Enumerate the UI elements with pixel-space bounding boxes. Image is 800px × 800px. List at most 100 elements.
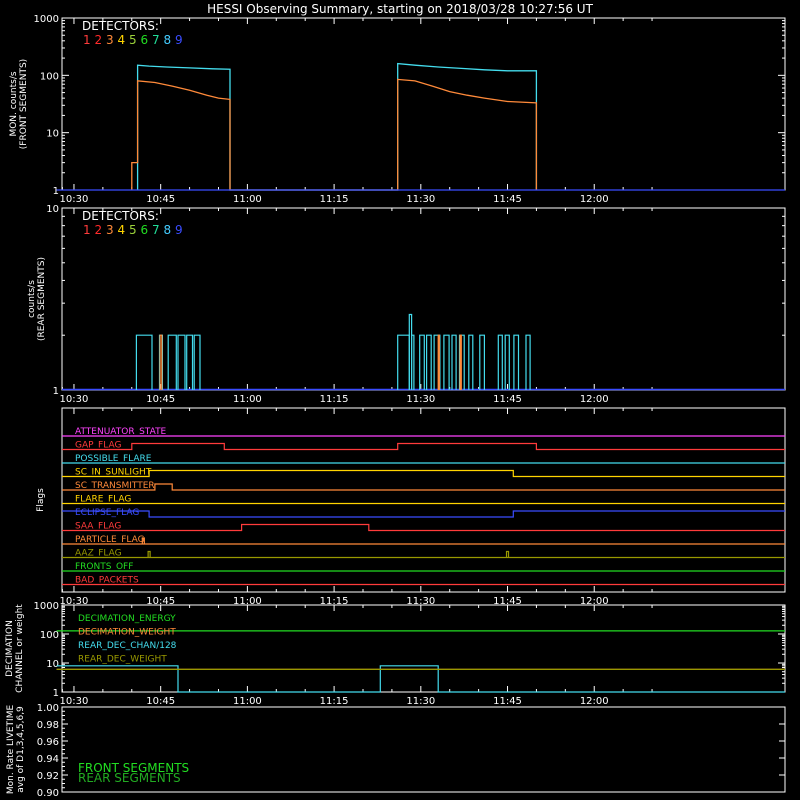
decimation-panel-ylabel: CHANNEL or weight bbox=[15, 604, 25, 693]
decimation-panel-ytick-label: 10 bbox=[46, 659, 59, 670]
flag-line bbox=[62, 442, 785, 451]
livetime-ytick-label: 0.98 bbox=[37, 720, 59, 731]
front-panel-legend-entry: 2 bbox=[95, 33, 103, 47]
front-panel-xtick-label: 11:30 bbox=[406, 194, 435, 205]
front-panel-legend-entry: 4 bbox=[118, 33, 126, 47]
flag-spike bbox=[147, 550, 151, 558]
rear-panel-xtick-label: 11:15 bbox=[320, 394, 349, 405]
rear-panel-ylabel: (REAR SEGMENTS) bbox=[37, 257, 47, 341]
flag-label: ECLIPSE_FLAG bbox=[75, 508, 139, 518]
front-panel-legend-entry: 5 bbox=[129, 33, 137, 47]
rear-panel-xtick-label: 10:45 bbox=[146, 394, 175, 405]
decimation-panel-xtick-label: 11:30 bbox=[406, 696, 435, 707]
plot-root: 10:30 10:45 11:00 11:15 11:30 11:45 12:0011010… bbox=[5, 14, 786, 799]
rear-panel-xtick-label: 11:00 bbox=[233, 394, 262, 405]
front-panel-ylabel: (FRONT SEGMENTS) bbox=[19, 59, 29, 149]
rear-burst bbox=[443, 334, 450, 390]
rear-panel-legend-entry: 6 bbox=[141, 223, 149, 237]
rear-burst bbox=[504, 334, 510, 390]
front-panel-legend-entry: 1 bbox=[83, 33, 91, 47]
decimation-panel-xtick-label: 11:15 bbox=[320, 696, 349, 707]
front-panel-ytick-label: 1000 bbox=[34, 14, 59, 25]
front-panel-xtick-label: 11:45 bbox=[493, 194, 522, 205]
front-panel-legend-entry: 3 bbox=[106, 33, 114, 47]
decimation-legend-entry: REAR_DEC_CHAN/128 bbox=[78, 641, 177, 651]
rear-panel-legend-entry: 2 bbox=[95, 223, 103, 237]
flag-line bbox=[62, 469, 785, 478]
livetime-panel-ylabel: Mon. Rate LIVETIME bbox=[6, 705, 16, 795]
rear-burst bbox=[459, 334, 462, 390]
flag-line bbox=[62, 510, 785, 518]
rear-burst bbox=[193, 334, 201, 390]
front-panel-xtick-label: 10:45 bbox=[146, 194, 175, 205]
decimation-legend-entry: REAR_DEC_WEIGHT bbox=[78, 655, 167, 665]
chart-title: HESSI Observing Summary, starting on 201… bbox=[207, 2, 593, 16]
front-panel-legend-entry: 9 bbox=[175, 33, 183, 47]
rear-panel-xtick-label: 11:45 bbox=[493, 394, 522, 405]
rear-burst bbox=[468, 334, 474, 390]
decimation-panel-xtick-label: 12:00 bbox=[580, 696, 609, 707]
rear-burst bbox=[419, 334, 425, 390]
decimation-panel-ylabel: DECIMATION bbox=[5, 620, 15, 677]
livetime-ytick-label: 0.92 bbox=[37, 771, 59, 782]
decimation-panel-xtick-label: 10:45 bbox=[146, 696, 175, 707]
rear-panel-legend-entry: 9 bbox=[175, 223, 183, 237]
flag-line bbox=[62, 483, 785, 491]
decimation-legend-entry: DECIMATION_ENERGY bbox=[78, 614, 176, 624]
rear-burst bbox=[186, 334, 194, 390]
decimation-panel-xtick-label: 11:45 bbox=[493, 696, 522, 707]
rear-panel-legend-entry: 8 bbox=[164, 223, 172, 237]
rear-panel-legend-entry: 3 bbox=[106, 223, 114, 237]
livetime-ytick-label: 0.96 bbox=[37, 737, 59, 748]
flags-panel-ylabel: Flags bbox=[36, 488, 46, 512]
decimation-panel-ytick-label: 1000 bbox=[34, 601, 59, 612]
rear-panel-xtick-label: 12:00 bbox=[580, 394, 609, 405]
front-panel-legend-entry: 8 bbox=[164, 33, 172, 47]
rear-panel-ylabel: counts/s bbox=[27, 280, 37, 318]
rear-burst bbox=[135, 334, 153, 390]
livetime-legend-entry: REAR SEGMENTS bbox=[78, 771, 181, 785]
decimation-legend-entry: DECIMATION_WEIGHT bbox=[78, 628, 176, 638]
rear-panel-xtick-label: 10:30 bbox=[60, 394, 89, 405]
rear-burst bbox=[451, 334, 457, 390]
front-panel-ytick-label: 100 bbox=[40, 71, 59, 82]
front-series-line bbox=[131, 78, 538, 191]
rear-burst bbox=[177, 334, 186, 390]
livetime-ytick-label: 0.90 bbox=[37, 788, 59, 799]
front-panel-legend-entry: 6 bbox=[141, 33, 149, 47]
rear-burst bbox=[411, 334, 415, 390]
decimation-panel-ytick-label: 1 bbox=[53, 688, 59, 699]
decimation-panel-ytick-label: 100 bbox=[40, 630, 59, 641]
livetime-ytick-label: 0.94 bbox=[37, 754, 59, 765]
front-panel-xtick-label: 12:00 bbox=[580, 194, 609, 205]
rear-panel-xtick-label: 11:30 bbox=[406, 394, 435, 405]
front-panel-xtick-label: 11:00 bbox=[233, 194, 262, 205]
front-series-line bbox=[136, 62, 538, 191]
rear-burst bbox=[426, 334, 432, 390]
front-panel-ytick-label: 10 bbox=[46, 129, 59, 140]
rear-burst bbox=[525, 334, 531, 390]
rear-panel-legend-entry: 4 bbox=[118, 223, 126, 237]
front-panel-legend-title: DETECTORS: bbox=[82, 19, 159, 33]
flag-line bbox=[62, 523, 785, 532]
rear-burst bbox=[397, 334, 410, 390]
rear-panel-legend-entry: 1 bbox=[83, 223, 91, 237]
front-panel-ylabel: MON. counts/s bbox=[9, 71, 19, 136]
rear-burst bbox=[437, 334, 440, 390]
livetime-panel-ylabel: avg of D1,3,4,5,6,9 bbox=[16, 706, 26, 793]
front-panel-ytick-label: 1 bbox=[53, 186, 59, 197]
livetime-ytick-label: 1.00 bbox=[37, 703, 59, 714]
front-panel-xtick-label: 10:30 bbox=[60, 194, 89, 205]
rear-panel-legend-title: DETECTORS: bbox=[82, 209, 159, 223]
rear-panel-ytick-label: 10 bbox=[46, 204, 59, 215]
rear-panel-legend-entry: 7 bbox=[152, 223, 160, 237]
rear-burst bbox=[479, 334, 485, 390]
rear-panel-ytick-label: 1 bbox=[53, 386, 59, 397]
rear-burst bbox=[159, 334, 163, 390]
front-panel-xtick-label: 11:15 bbox=[320, 194, 349, 205]
front-panel-legend-entry: 7 bbox=[152, 33, 160, 47]
rear-burst bbox=[167, 334, 177, 390]
decimation-panel-xtick-label: 11:00 bbox=[233, 696, 262, 707]
hessi-summary-chart: HESSI Observing Summary, starting on 201… bbox=[5, 2, 786, 799]
rear-burst bbox=[513, 334, 520, 390]
